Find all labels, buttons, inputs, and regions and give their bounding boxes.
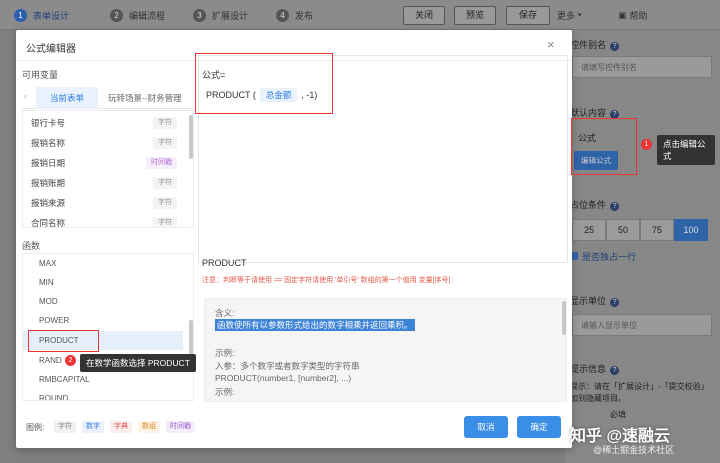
exclusive-row-checkbox[interactable]: 是否独占一行 bbox=[570, 250, 636, 263]
scrollbar[interactable] bbox=[562, 301, 566, 335]
step-number: 2 bbox=[110, 8, 123, 22]
width-label: 占位条件? bbox=[570, 198, 620, 211]
list-item[interactable]: 报销日期 时间戳 bbox=[23, 153, 183, 173]
function-list: MAX MIN MOD POWER PRODUCT RAND RMBCAPITA… bbox=[22, 253, 194, 401]
help-label: 帮助 bbox=[629, 10, 648, 21]
functions-label: 函数 bbox=[22, 241, 41, 251]
type-tag: 字符 bbox=[153, 217, 177, 227]
question-icon: ? bbox=[610, 366, 620, 375]
step-number: 1 bbox=[14, 8, 27, 22]
product-highlight-box bbox=[28, 330, 99, 352]
function-min[interactable]: MIN bbox=[23, 273, 183, 292]
step-badge-1: 1 bbox=[641, 139, 652, 150]
top-toolbar: 1 表单设计 2 编辑流程 3 扩展设计 4 发布 关闭 预览 保存 更多 ▾ ▣ 帮助 bbox=[0, 0, 720, 30]
help-line: PRODUCT(number1, [number2], ...) bbox=[215, 373, 352, 383]
step-extend-design[interactable]: 3 扩展设计 bbox=[193, 6, 248, 24]
type-tag: 时间戳 bbox=[146, 157, 177, 169]
step-label: 扩展设计 bbox=[212, 10, 249, 21]
list-item[interactable]: 银行卡号 字符 bbox=[23, 113, 183, 133]
type-tag: 字符 bbox=[153, 197, 177, 209]
help-line: 示例: bbox=[215, 348, 235, 358]
tab-current-form[interactable]: 当前表单 bbox=[36, 87, 98, 109]
more-label: 更多 bbox=[557, 10, 576, 21]
function-help-panel: 含义: 函数使所有以参数形式给出的数字相乘并返回乘积。 示例: 入参：多个数字或… bbox=[204, 298, 567, 402]
step-edit-flow[interactable]: 2 编辑流程 bbox=[110, 6, 165, 24]
variables-label: 可用变量 bbox=[22, 70, 59, 80]
variable-list: 银行卡号 字符 报销名称 字符 报销日期 时间戳 报销账期 字符 报销来源 字符 合同名称… bbox=[22, 110, 194, 228]
question-icon: ? bbox=[610, 298, 620, 307]
legend-string: 字符 bbox=[54, 421, 76, 433]
legend-array: 数组 bbox=[138, 421, 160, 433]
type-tag: 字符 bbox=[153, 137, 177, 149]
help-icon: ▣ bbox=[618, 9, 627, 20]
more-menu[interactable]: 更多 ▾ bbox=[557, 6, 582, 24]
tooltip-edit-formula: 点击编辑公式 bbox=[657, 135, 715, 165]
type-tag: 字符 bbox=[153, 177, 177, 189]
list-item[interactable]: 报销名称 字符 bbox=[23, 133, 183, 153]
edit-formula-highlight-box bbox=[571, 118, 637, 175]
close-button[interactable]: 关闭 bbox=[403, 6, 445, 25]
list-item[interactable]: 报销来源 字符 bbox=[23, 193, 183, 213]
step-badge-2: 2 bbox=[65, 355, 76, 366]
width-option-25[interactable]: 25 bbox=[572, 219, 606, 241]
confirm-button[interactable]: 确定 bbox=[517, 416, 561, 438]
watermark-juejin: @稀土掘金技术社区 bbox=[593, 445, 675, 455]
chevron-left-icon[interactable]: ‹ bbox=[24, 91, 27, 101]
question-icon: ? bbox=[610, 202, 620, 211]
alias-label: 控件别名? bbox=[570, 38, 620, 51]
tip-text: 提示：请在「扩展设计」-「提交校验」 bbox=[570, 382, 709, 391]
function-power[interactable]: POWER bbox=[23, 311, 183, 330]
step-number: 4 bbox=[276, 8, 289, 22]
chevron-down-icon: ▾ bbox=[578, 12, 582, 19]
function-note: 注意：判断等于请使用 == 固定字符请使用 '单引号' 数组的第一个值用 变量[… bbox=[202, 277, 451, 284]
function-round[interactable]: ROUND bbox=[23, 389, 183, 400]
legend-label: 图例: bbox=[26, 423, 45, 432]
type-tag: 字符 bbox=[153, 117, 177, 129]
variable-tabs: ‹ 当前表单 玩转场景--财务管理 bbox=[22, 87, 194, 109]
help-line: 入参：多个数字或者数字类型的字符串 bbox=[215, 361, 360, 371]
help-link[interactable]: ▣ 帮助 bbox=[618, 6, 648, 24]
function-title: PRODUCT bbox=[202, 258, 247, 268]
alias-input[interactable]: 请填写控件别名 bbox=[572, 56, 712, 78]
dialog-title: 公式编辑器 bbox=[26, 44, 76, 55]
unit-input[interactable]: 请输入显示单位 bbox=[572, 314, 712, 336]
tip-label: 提示信息? bbox=[570, 362, 620, 375]
width-option-100[interactable]: 100 bbox=[674, 219, 708, 241]
list-item[interactable]: 报销账期 字符 bbox=[23, 173, 183, 193]
help-line: 含义: bbox=[215, 308, 235, 318]
step-form-design[interactable]: 1 表单设计 bbox=[14, 6, 69, 24]
function-mod[interactable]: MOD bbox=[23, 292, 183, 311]
step-label: 表单设计 bbox=[33, 10, 70, 21]
legend-dict: 字典 bbox=[110, 421, 132, 433]
list-item[interactable]: 合同名称 字符 bbox=[23, 213, 183, 227]
tab-finance-scene[interactable]: 玩转场景--财务管理 bbox=[102, 87, 190, 109]
step-number: 3 bbox=[193, 8, 206, 22]
formula-highlight-box bbox=[195, 53, 333, 114]
help-line: 函数使所有以参数形式给出的数字相乘并返回乘积。 bbox=[215, 319, 415, 331]
step-label: 编辑流程 bbox=[129, 10, 166, 21]
step-publish[interactable]: 4 发布 bbox=[276, 6, 313, 24]
tip-text-2: 加到隐藏项目。 bbox=[570, 394, 626, 403]
save-button[interactable]: 保存 bbox=[506, 6, 550, 25]
width-option-75[interactable]: 75 bbox=[640, 219, 674, 241]
close-icon[interactable]: × bbox=[547, 37, 555, 52]
preview-button[interactable]: 预览 bbox=[454, 6, 496, 25]
required-label: 必填 bbox=[610, 410, 626, 419]
width-option-50[interactable]: 50 bbox=[606, 219, 640, 241]
step-label: 发布 bbox=[295, 10, 314, 21]
legend-number: 数字 bbox=[82, 421, 104, 433]
function-max[interactable]: MAX bbox=[23, 254, 183, 273]
question-icon: ? bbox=[610, 42, 620, 51]
help-line: 示例: bbox=[215, 387, 235, 397]
tooltip-select-product: 在数学函数选择 PRODUCT bbox=[80, 354, 196, 372]
scrollbar[interactable] bbox=[189, 115, 193, 159]
unit-label: 显示单位? bbox=[570, 294, 620, 307]
function-rmbcapital[interactable]: RMBCAPITAL bbox=[23, 370, 183, 389]
cancel-button[interactable]: 取消 bbox=[464, 416, 508, 438]
legend-timestamp: 时间戳 bbox=[166, 421, 195, 433]
